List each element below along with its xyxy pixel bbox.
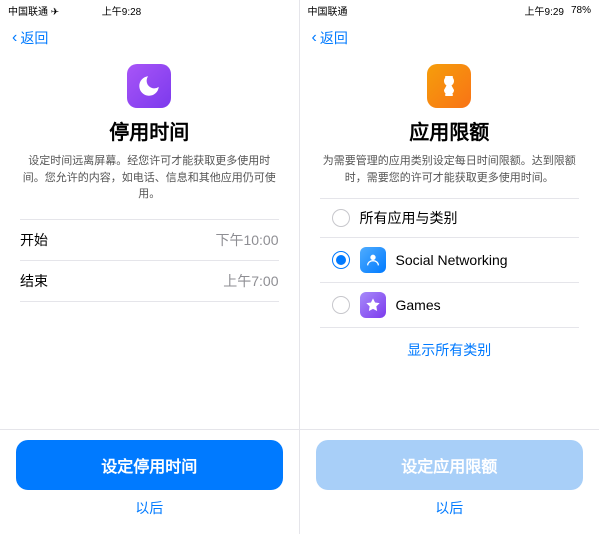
back-label-right: 返回: [320, 28, 348, 48]
back-button-right[interactable]: ‹ 返回: [312, 28, 348, 48]
right-panel: 中国联通 上午9:29 78% ‹ 返回 应用限额 为需要管理的应用类别设定每日…: [300, 0, 599, 534]
chevron-right-icon: ‹: [312, 29, 317, 47]
list-item-social[interactable]: Social Networking: [320, 238, 580, 283]
set-app-limits-button[interactable]: 设定应用限额: [316, 440, 584, 490]
left-panel: 中国联通 ✈ 上午9:28 ‹ 返回 停用时间 设定时间远离屏幕。经您许可才能获…: [0, 0, 300, 534]
app-list: 所有应用与类别 Social Networking: [320, 198, 580, 429]
right-footer: 设定应用限额 以后: [300, 429, 599, 534]
all-apps-label: 所有应用与类别: [360, 208, 458, 228]
left-footer: 设定停用时间 以后: [0, 429, 299, 534]
status-bar-left-content: 中国联通 ✈ 上午9:28: [0, 0, 149, 20]
status-bar-right: 中国联通 上午9:29 78%: [300, 0, 599, 20]
social-svg: [365, 252, 381, 268]
moon-svg: [136, 73, 162, 99]
social-networking-icon: [360, 247, 386, 273]
status-bar-left: 中国联通 ✈ 上午9:28: [0, 0, 299, 20]
right-content: 应用限额 为需要管理的应用类别设定每日时间限额。达到限额时，需要您的许可才能获取…: [300, 56, 599, 429]
start-value: 下午10:00: [215, 230, 278, 250]
status-bar-right-content: 中国联通 上午9:29 78%: [300, 0, 599, 20]
nav-bar-right: ‹ 返回: [300, 20, 599, 56]
hourglass-svg: [437, 74, 461, 98]
radio-dot-social: [336, 255, 346, 265]
back-label-left: 返回: [20, 28, 48, 48]
right-title: 应用限额: [409, 116, 489, 145]
end-row[interactable]: 结束 上午7:00: [20, 261, 279, 302]
list-item-all[interactable]: 所有应用与类别: [320, 198, 580, 238]
radio-games[interactable]: [332, 296, 350, 314]
end-label: 结束: [20, 271, 48, 291]
start-label: 开始: [20, 230, 48, 250]
app-limits-icon: [427, 64, 471, 108]
start-row[interactable]: 开始 下午10:00: [20, 220, 279, 261]
chevron-left-icon: ‹: [12, 29, 17, 47]
show-all-categories-link[interactable]: 显示所有类别: [320, 328, 580, 372]
nav-bar-left: ‹ 返回: [0, 20, 299, 56]
back-button-left[interactable]: ‹ 返回: [12, 28, 48, 48]
end-value: 上午7:00: [223, 271, 278, 291]
carrier-left: 中国联通 ✈: [8, 3, 59, 18]
left-content: 停用时间 设定时间远离屏幕。经您许可才能获取更多使用时间。您允许的内容，如电话、…: [0, 56, 299, 429]
later-button-right[interactable]: 以后: [316, 498, 584, 518]
downtime-icon: [127, 64, 171, 108]
radio-all[interactable]: [332, 209, 350, 227]
set-downtime-button[interactable]: 设定停用时间: [16, 440, 283, 490]
games-svg: [365, 297, 381, 313]
time-left: 上午9:28: [102, 3, 141, 18]
right-desc: 为需要管理的应用类别设定每日时间限额。达到限额时，需要您的许可才能获取更多使用时…: [320, 153, 580, 186]
left-desc: 设定时间远离屏幕。经您许可才能获取更多使用时间。您允许的内容，如电话、信息和其他…: [20, 153, 279, 203]
games-label: Games: [396, 297, 441, 313]
left-title: 停用时间: [109, 116, 189, 145]
games-icon: [360, 292, 386, 318]
social-label: Social Networking: [396, 252, 508, 268]
battery-right: 78%: [571, 5, 591, 16]
radio-social[interactable]: [332, 251, 350, 269]
carrier-right: 中国联通: [308, 3, 348, 18]
time-right: 上午9:29: [525, 3, 564, 18]
list-item-games[interactable]: Games: [320, 283, 580, 328]
later-button-left[interactable]: 以后: [16, 498, 283, 518]
settings-section: 开始 下午10:00 结束 上午7:00: [20, 219, 279, 302]
